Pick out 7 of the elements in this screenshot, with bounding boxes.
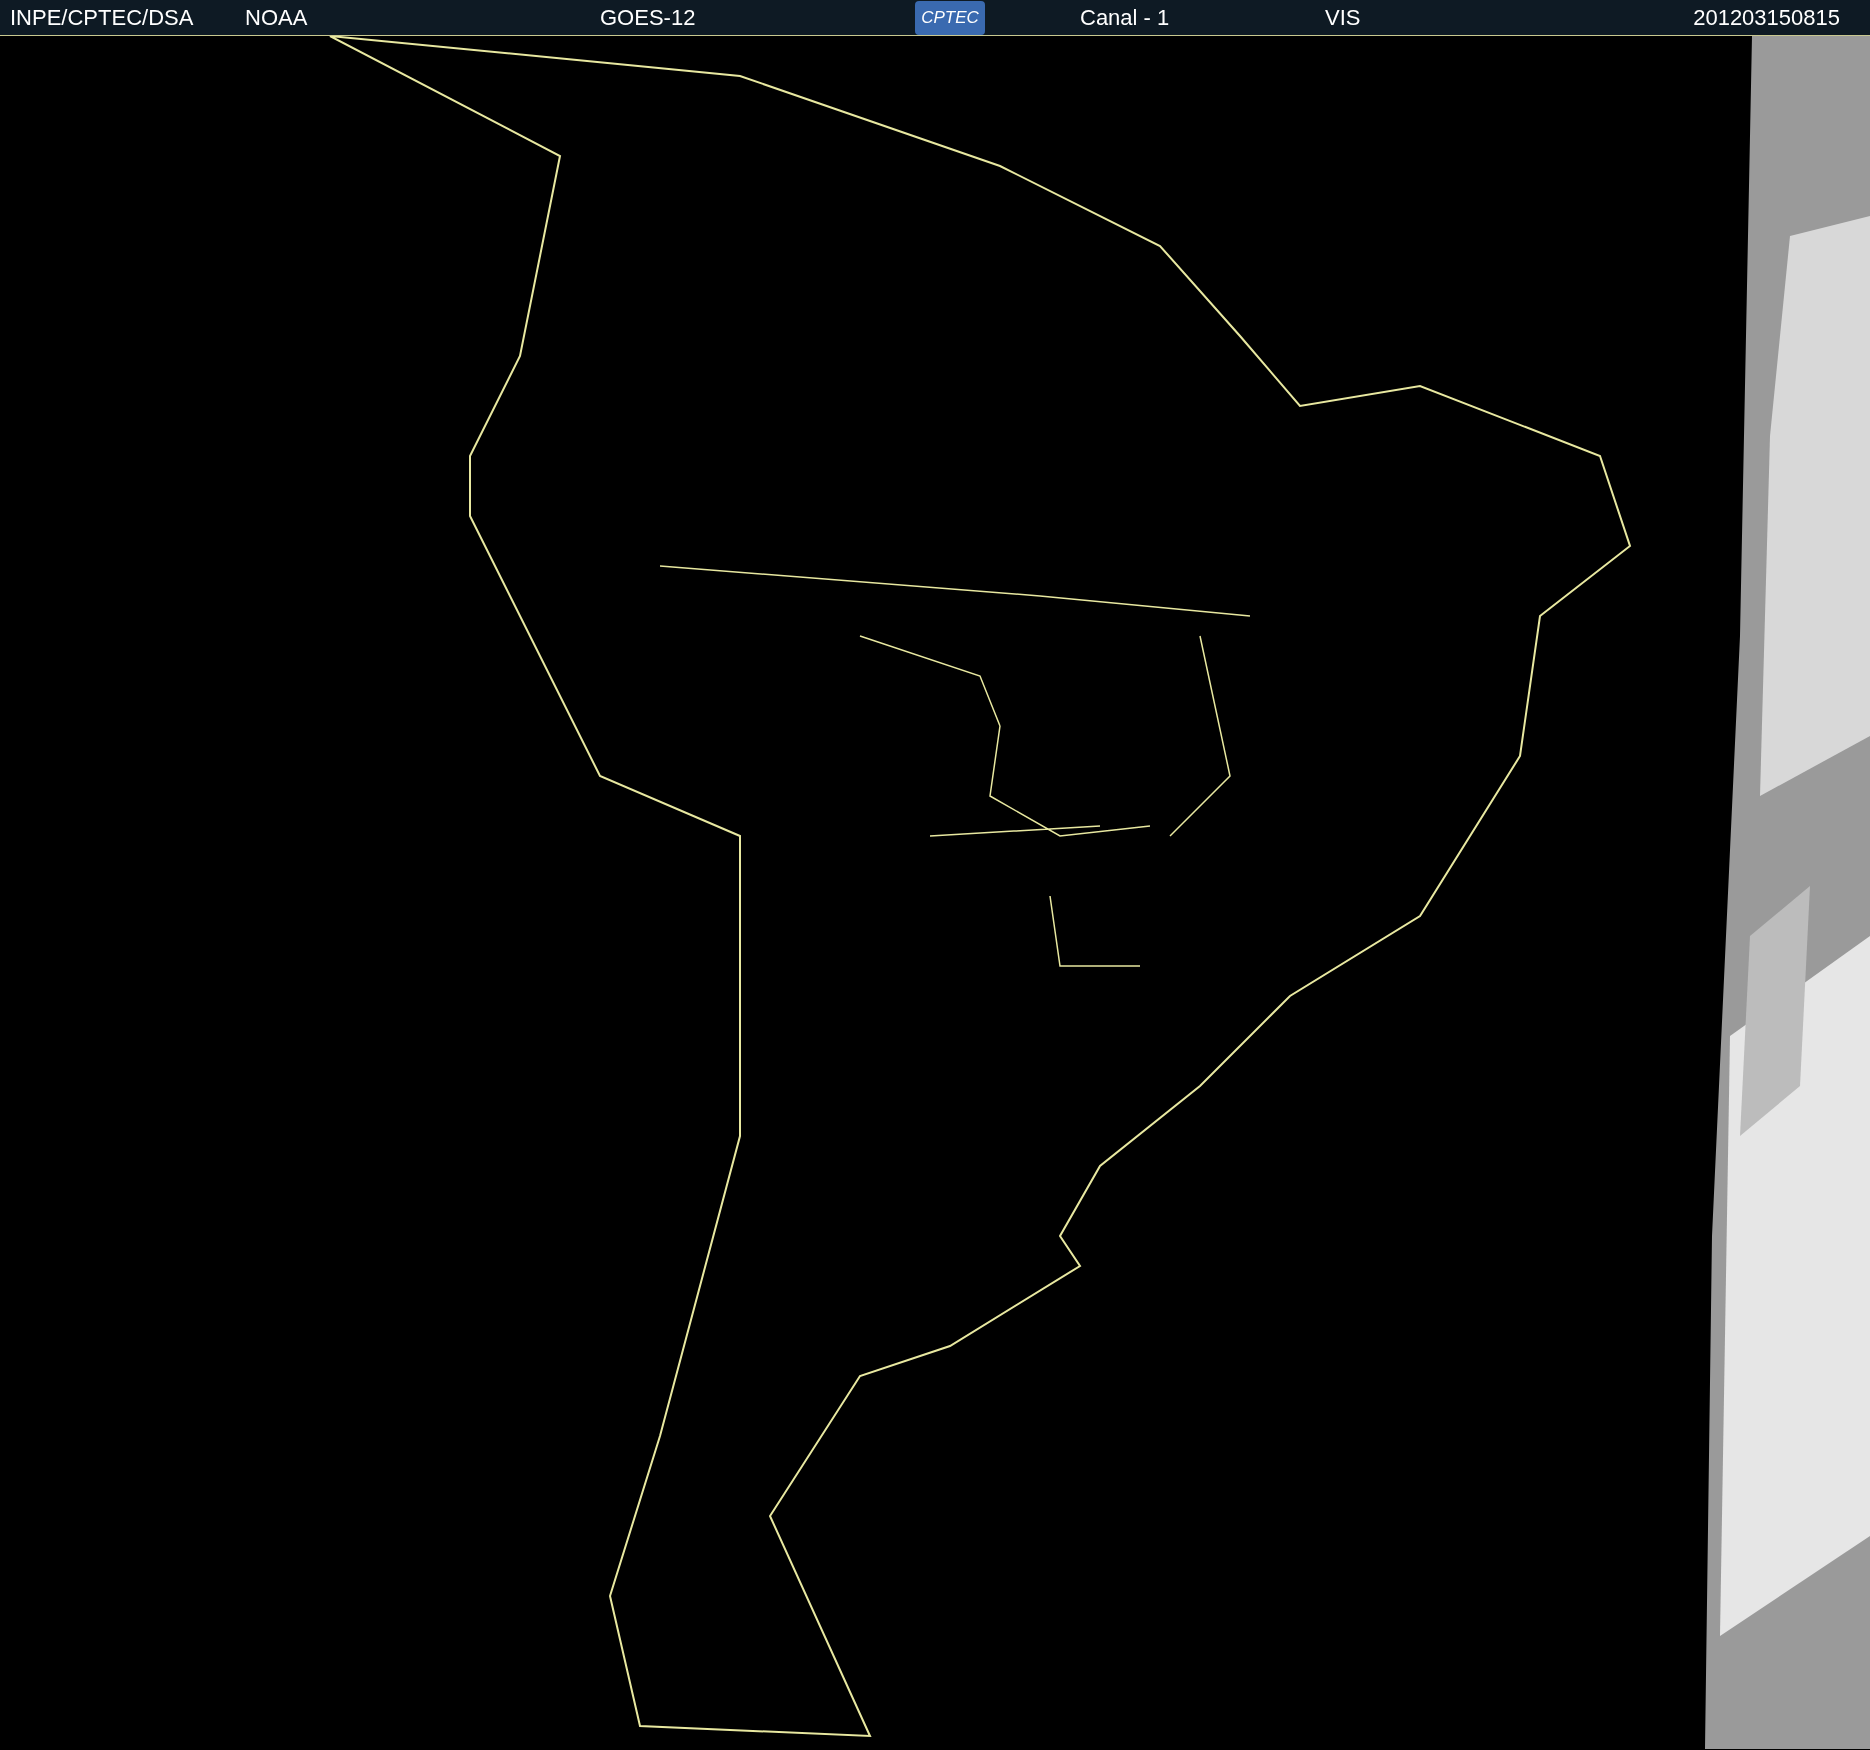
satellite-label: GOES-12	[600, 6, 697, 29]
channel-label: Canal - 1	[1080, 6, 1171, 29]
band-label: VIS	[1325, 6, 1361, 29]
agency-label: NOAA	[245, 6, 309, 29]
source-label: INPE/CPTEC/DSA	[10, 6, 195, 29]
logo: CPTEC	[915, 0, 985, 35]
timestamp-label: 201203150815	[1693, 6, 1840, 29]
